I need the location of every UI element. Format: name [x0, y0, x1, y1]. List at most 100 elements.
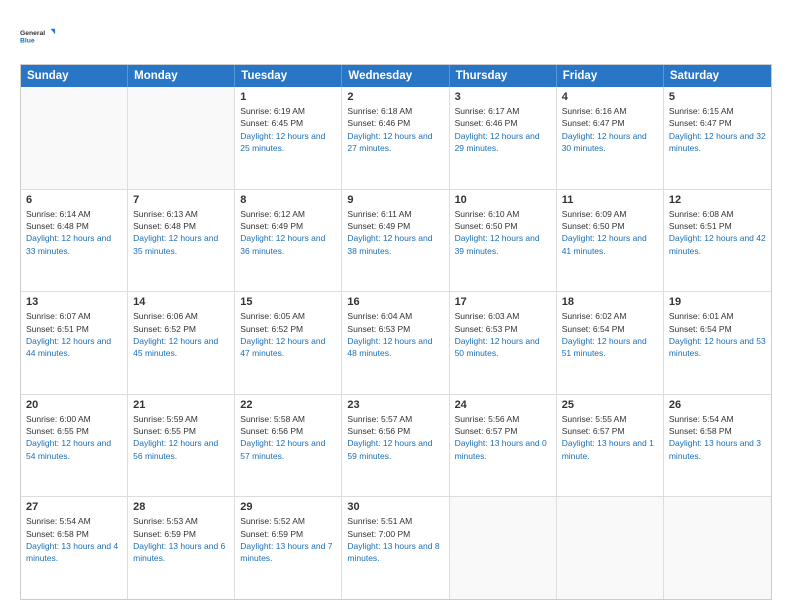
calendar-week: 27Sunrise: 5:54 AMSunset: 6:58 PMDayligh…	[21, 497, 771, 599]
sunrise-text: Sunrise: 5:52 AM	[240, 516, 305, 526]
daylight-text: Daylight: 12 hours and 51 minutes.	[562, 336, 647, 358]
calendar-cell: 13Sunrise: 6:07 AMSunset: 6:51 PMDayligh…	[21, 292, 128, 394]
daylight-text: Daylight: 12 hours and 27 minutes.	[347, 131, 432, 153]
daylight-text: Daylight: 12 hours and 44 minutes.	[26, 336, 111, 358]
calendar-cell: 28 Sunrise: 5:53 AMSunset: 6:59 PMDayligh…	[128, 497, 235, 599]
day-number: 30	[347, 501, 443, 513]
calendar-cell	[557, 497, 664, 599]
sunset-text: Sunset: 6:52 PM	[133, 324, 196, 334]
sunrise-text: Sunrise: 5:54 AM	[669, 414, 734, 424]
daylight-text: Daylight: 12 hours and 59 minutes.	[347, 438, 432, 460]
daylight-text: Daylight: 12 hours and 35 minutes.	[133, 233, 218, 255]
daylight-text: Daylight: 12 hours and 39 minutes.	[455, 233, 540, 255]
day-number: 7	[133, 194, 229, 206]
cell-info: Sunrise: 5:54 AMSunset: 6:58 PMDaylight:…	[669, 413, 766, 462]
day-number: 23	[347, 399, 443, 411]
sunrise-text: Sunrise: 6:10 AM	[455, 209, 520, 219]
calendar-cell: 10 Sunrise: 6:10 AMSunset: 6:50 PMDayligh…	[450, 190, 557, 292]
day-number: 14	[133, 296, 229, 308]
day-number: 13	[26, 296, 122, 308]
sunset-text: Sunset: 6:48 PM	[26, 221, 89, 231]
sunrise-text: Sunrise: 6:11 AM	[347, 209, 411, 219]
logo-svg: General Blue	[20, 18, 56, 54]
calendar-cell: 19Sunrise: 6:01 AMSunset: 6:54 PMDayligh…	[664, 292, 771, 394]
day-number: 6	[26, 194, 122, 206]
sunset-text: Sunset: 6:57 PM	[455, 426, 518, 436]
daylight-text: Daylight: 12 hours and 25 minutes.	[240, 131, 325, 153]
sunrise-text: Sunrise: 5:55 AM	[562, 414, 627, 424]
sunset-text: Sunset: 6:53 PM	[455, 324, 518, 334]
sunrise-text: Sunrise: 6:19 AM	[240, 106, 305, 116]
day-number: 26	[669, 399, 766, 411]
daylight-text: Daylight: 12 hours and 42 minutes.	[669, 233, 766, 255]
cell-info: Sunrise: 6:06 AMSunset: 6:52 PMDaylight:…	[133, 310, 229, 359]
day-number: 21	[133, 399, 229, 411]
weekday-header: Saturday	[664, 65, 771, 87]
day-number: 28	[133, 501, 229, 513]
calendar-cell: 26Sunrise: 5:54 AMSunset: 6:58 PMDayligh…	[664, 395, 771, 497]
day-number: 17	[455, 296, 551, 308]
daylight-text: Daylight: 12 hours and 56 minutes.	[133, 438, 218, 460]
sunrise-text: Sunrise: 6:01 AM	[669, 311, 734, 321]
page-header: General Blue	[20, 18, 772, 54]
cell-info: Sunrise: 5:51 AMSunset: 7:00 PMDaylight:…	[347, 515, 443, 564]
cell-info: Sunrise: 6:04 AMSunset: 6:53 PMDaylight:…	[347, 310, 443, 359]
day-number: 4	[562, 91, 658, 103]
sunrise-text: Sunrise: 6:07 AM	[26, 311, 91, 321]
cell-info: Sunrise: 6:15 AMSunset: 6:47 PMDaylight:…	[669, 105, 766, 154]
day-number: 24	[455, 399, 551, 411]
cell-info: Sunrise: 6:08 AMSunset: 6:51 PMDaylight:…	[669, 208, 766, 257]
cell-info: Sunrise: 6:11 AMSunset: 6:49 PMDaylight:…	[347, 208, 443, 257]
sunrise-text: Sunrise: 6:09 AM	[562, 209, 627, 219]
day-number: 2	[347, 91, 443, 103]
weekday-header: Friday	[557, 65, 664, 87]
day-number: 10	[455, 194, 551, 206]
day-number: 16	[347, 296, 443, 308]
sunset-text: Sunset: 6:57 PM	[562, 426, 625, 436]
sunrise-text: Sunrise: 6:15 AM	[669, 106, 734, 116]
cell-info: Sunrise: 6:13 AMSunset: 6:48 PMDaylight:…	[133, 208, 229, 257]
calendar-cell: 21Sunrise: 5:59 AMSunset: 6:55 PMDayligh…	[128, 395, 235, 497]
calendar-cell: 16 Sunrise: 6:04 AMSunset: 6:53 PMDayligh…	[342, 292, 449, 394]
cell-info: Sunrise: 6:12 AMSunset: 6:49 PMDaylight:…	[240, 208, 336, 257]
cell-info: Sunrise: 6:02 AMSunset: 6:54 PMDaylight:…	[562, 310, 658, 359]
day-number: 19	[669, 296, 766, 308]
cell-info: Sunrise: 6:09 AMSunset: 6:50 PMDaylight:…	[562, 208, 658, 257]
sunset-text: Sunset: 6:54 PM	[562, 324, 625, 334]
day-number: 9	[347, 194, 443, 206]
daylight-text: Daylight: 13 hours and 0 minutes.	[455, 438, 547, 460]
sunset-text: Sunset: 6:48 PM	[133, 221, 196, 231]
sunset-text: Sunset: 6:58 PM	[669, 426, 732, 436]
daylight-text: Daylight: 12 hours and 33 minutes.	[26, 233, 111, 255]
sunset-text: Sunset: 6:56 PM	[240, 426, 303, 436]
calendar-cell: 1Sunrise: 6:19 AMSunset: 6:45 PMDaylight…	[235, 87, 342, 189]
calendar-cell: 18Sunrise: 6:02 AMSunset: 6:54 PMDayligh…	[557, 292, 664, 394]
calendar-cell: 6Sunrise: 6:14 AMSunset: 6:48 PMDaylight…	[21, 190, 128, 292]
sunset-text: Sunset: 6:47 PM	[562, 118, 625, 128]
daylight-text: Daylight: 13 hours and 6 minutes.	[133, 541, 225, 563]
sunrise-text: Sunrise: 6:18 AM	[347, 106, 412, 116]
cell-info: Sunrise: 5:53 AMSunset: 6:59 PMDaylight:…	[133, 515, 229, 564]
daylight-text: Daylight: 12 hours and 36 minutes.	[240, 233, 325, 255]
day-number: 3	[455, 91, 551, 103]
daylight-text: Daylight: 12 hours and 47 minutes.	[240, 336, 325, 358]
sunset-text: Sunset: 6:59 PM	[240, 529, 303, 539]
calendar-cell: 22Sunrise: 5:58 AMSunset: 6:56 PMDayligh…	[235, 395, 342, 497]
cell-info: Sunrise: 5:57 AMSunset: 6:56 PMDaylight:…	[347, 413, 443, 462]
daylight-text: Daylight: 12 hours and 41 minutes.	[562, 233, 647, 255]
day-number: 1	[240, 91, 336, 103]
sunset-text: Sunset: 6:58 PM	[26, 529, 89, 539]
calendar: SundayMondayTuesdayWednesdayThursdayFrid…	[20, 64, 772, 600]
calendar-cell	[128, 87, 235, 189]
calendar-cell: 15Sunrise: 6:05 AMSunset: 6:52 PMDayligh…	[235, 292, 342, 394]
svg-text:Blue: Blue	[20, 37, 35, 44]
calendar-cell: 29Sunrise: 5:52 AMSunset: 6:59 PMDayligh…	[235, 497, 342, 599]
calendar-cell	[664, 497, 771, 599]
cell-info: Sunrise: 6:10 AMSunset: 6:50 PMDaylight:…	[455, 208, 551, 257]
cell-info: Sunrise: 6:18 AMSunset: 6:46 PMDaylight:…	[347, 105, 443, 154]
sunrise-text: Sunrise: 6:17 AM	[455, 106, 520, 116]
daylight-text: Daylight: 12 hours and 29 minutes.	[455, 131, 540, 153]
calendar-week: 13Sunrise: 6:07 AMSunset: 6:51 PMDayligh…	[21, 292, 771, 395]
day-number: 29	[240, 501, 336, 513]
day-number: 11	[562, 194, 658, 206]
